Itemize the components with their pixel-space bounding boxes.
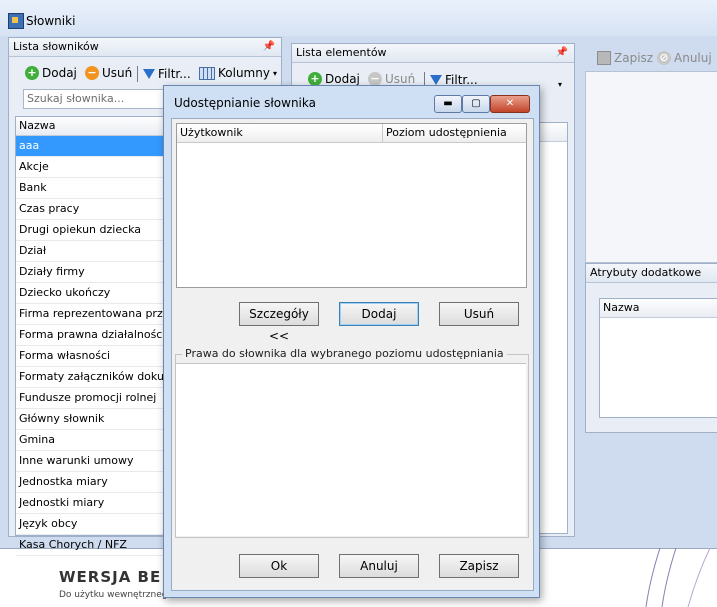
dict-remove-label: Usuń bbox=[102, 66, 133, 80]
details-button[interactable]: Szczegóły << bbox=[239, 302, 319, 343]
cancel-icon: ⊘ bbox=[657, 51, 671, 65]
chevron-down-icon: ▾ bbox=[272, 68, 277, 78]
element-remove-button[interactable]: − Usuń bbox=[368, 72, 415, 86]
dict-columns-label: Kolumny bbox=[218, 66, 270, 80]
dict-add-label: Dodaj bbox=[42, 66, 77, 80]
minus-icon: − bbox=[368, 72, 382, 86]
rights-list bbox=[176, 363, 526, 536]
dict-columns-button[interactable]: Kolumny ▾ bbox=[199, 66, 277, 80]
dialog-title: Udostępnianie słownika bbox=[174, 96, 316, 110]
rights-group-label: Prawa do słownika dla wybranego poziomu … bbox=[182, 347, 507, 360]
details-form bbox=[585, 71, 717, 263]
filter-icon bbox=[430, 75, 442, 85]
extra-attributes-header[interactable]: Nazwa bbox=[600, 299, 717, 318]
share-dialog: Udostępnianie słownika ▬ ▢ ✕ Użytkownik … bbox=[163, 85, 540, 598]
maximize-icon[interactable]: ▢ bbox=[462, 95, 490, 113]
save-label: Zapisz bbox=[614, 51, 654, 65]
element-add-button[interactable]: + Dodaj bbox=[308, 72, 360, 86]
app-title: Słowniki bbox=[26, 14, 76, 28]
app-icon bbox=[8, 13, 24, 29]
save-icon bbox=[597, 51, 611, 65]
column-user[interactable]: Użytkownik bbox=[177, 124, 383, 142]
chevron-down-icon[interactable]: ▾ bbox=[558, 80, 562, 89]
save-button[interactable]: Zapisz bbox=[597, 51, 653, 65]
pin-icon[interactable]: 📌 bbox=[556, 44, 568, 62]
ok-button[interactable]: Ok bbox=[239, 554, 319, 578]
title-bar: Słowniki bbox=[0, 0, 717, 36]
users-table-header: Użytkownik Poziom udostępnienia bbox=[177, 124, 526, 143]
element-add-label: Dodaj bbox=[325, 72, 360, 86]
plus-icon: + bbox=[308, 72, 322, 86]
dict-list-header: Lista słowników 📌 bbox=[9, 38, 281, 57]
cancel-label: Anuluj bbox=[674, 51, 712, 65]
close-icon[interactable]: ✕ bbox=[490, 95, 530, 113]
decorative-lines bbox=[645, 548, 711, 607]
details-panel: Zapisz ⊘ Anuluj Atrybuty dodatkowe Nazwa bbox=[585, 43, 717, 535]
dialog-body: Użytkownik Poziom udostępnienia Szczegół… bbox=[171, 118, 534, 591]
version-note: Do użytku wewnętrznego bbox=[59, 590, 173, 600]
dialog-save-button[interactable]: Zapisz bbox=[439, 554, 519, 578]
minimize-icon[interactable]: ▬ bbox=[434, 95, 462, 113]
minus-icon: − bbox=[85, 66, 99, 80]
column-share-level[interactable]: Poziom udostępnienia bbox=[383, 124, 522, 142]
dict-filter-button[interactable]: Filtr... bbox=[143, 67, 191, 81]
elements-header: Lista elementów 📌 bbox=[292, 44, 574, 63]
dict-filter-label: Filtr... bbox=[158, 67, 191, 81]
version-brand: WERSJA BE bbox=[59, 568, 162, 586]
plus-icon: + bbox=[25, 66, 39, 80]
remove-button[interactable]: Usuń bbox=[439, 302, 519, 326]
dict-list-title: Lista słowników bbox=[13, 40, 99, 53]
dialog-cancel-button[interactable]: Anuluj bbox=[339, 554, 419, 578]
users-table: Użytkownik Poziom udostępnienia bbox=[176, 123, 527, 288]
filter-icon bbox=[143, 69, 155, 79]
add-button[interactable]: Dodaj bbox=[339, 302, 419, 326]
extra-attributes-grid: Nazwa bbox=[599, 298, 717, 418]
extra-attributes-title: Atrybuty dodatkowe bbox=[586, 264, 717, 283]
toolbar-separator bbox=[137, 66, 138, 82]
pin-icon[interactable]: 📌 bbox=[263, 38, 275, 56]
elements-title: Lista elementów bbox=[296, 46, 387, 59]
extra-attributes-panel: Atrybuty dodatkowe Nazwa bbox=[585, 263, 717, 433]
dict-add-button[interactable]: + Dodaj bbox=[25, 66, 77, 80]
rights-group: Prawa do słownika dla wybranego poziomu … bbox=[175, 347, 529, 538]
element-remove-label: Usuń bbox=[385, 72, 416, 86]
dict-remove-button[interactable]: − Usuń bbox=[85, 66, 132, 80]
cancel-button[interactable]: ⊘ Anuluj bbox=[657, 51, 712, 65]
columns-icon bbox=[199, 66, 215, 80]
